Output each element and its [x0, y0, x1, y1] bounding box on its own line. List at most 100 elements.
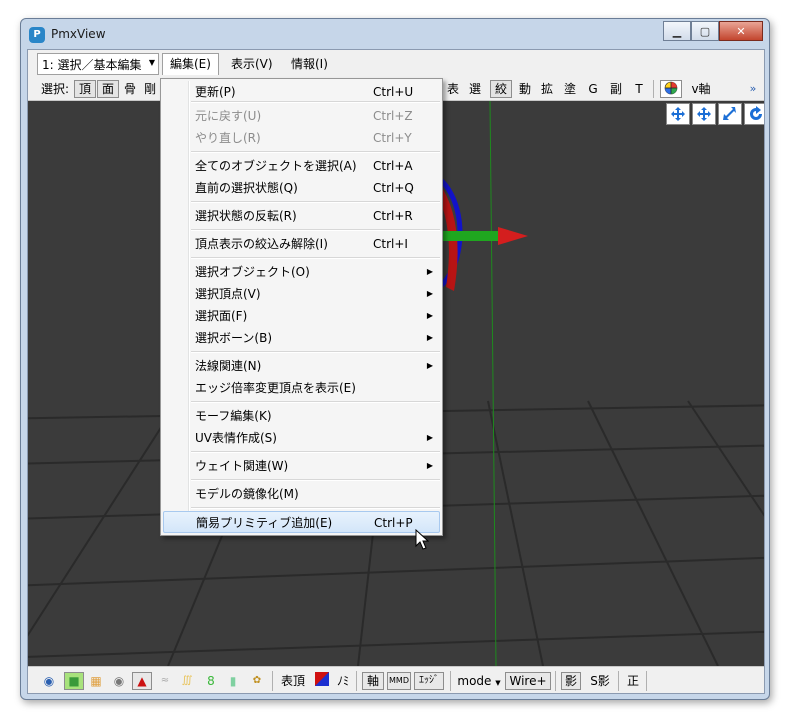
- menu-item-label: モデルの鏡像化(M): [195, 487, 299, 501]
- zoom-view-button[interactable]: [718, 103, 742, 125]
- bottom-toolbar: ◉ ■ ▦ ◉ ▲ ≈ ∭ 8 ▮ ✿ 表頂 ﾉﾐ 軸 MMD ｴｯｼﾞ mod…: [28, 666, 764, 693]
- submenu-arrow-icon: ▶: [426, 311, 433, 320]
- edit-menu-item[interactable]: 簡易プリミティブ追加(E) Ctrl+P: [163, 511, 440, 533]
- toggle-text[interactable]: T: [630, 80, 648, 98]
- menu-item-label: やり直し(R): [195, 131, 261, 145]
- color-wheel-icon: [664, 81, 678, 95]
- rotate-view-button[interactable]: [744, 103, 764, 125]
- toggle-group[interactable]: G: [584, 80, 602, 98]
- material-color-icon[interactable]: [314, 672, 330, 690]
- record-icon[interactable]: ◉: [112, 672, 126, 690]
- close-button[interactable]: ✕: [719, 21, 763, 41]
- pan-view-button[interactable]: [692, 103, 716, 125]
- chevron-down-icon: ▼: [495, 679, 501, 687]
- menu-separator: [191, 451, 440, 453]
- diagonal-arrow-icon: [723, 107, 736, 120]
- edit-menu-item[interactable]: 選択オブジェクト(O) ▶: [163, 261, 440, 283]
- maximize-button[interactable]: ▢: [691, 21, 719, 41]
- bone-icon[interactable]: ∭: [180, 672, 194, 690]
- menu-item-label: エッジ倍率変更頂点を表示(E): [195, 381, 356, 395]
- menu-item-shortcut: Ctrl+Z: [373, 109, 413, 123]
- edit-menu-item[interactable]: 法線関連(N) ▶: [163, 355, 440, 377]
- menu-edit[interactable]: 編集(E): [162, 53, 219, 75]
- toggle-select[interactable]: 選: [466, 80, 484, 98]
- edit-menu-item[interactable]: 直前の選択状態(Q) Ctrl+Q: [163, 177, 440, 199]
- rigid-body-icon[interactable]: 8: [204, 672, 218, 690]
- edit-menu-item[interactable]: 更新(P) Ctrl+U: [163, 81, 440, 103]
- edit-menu-item[interactable]: 全てのオブジェクトを選択(A) Ctrl+A: [163, 155, 440, 177]
- submenu-arrow-icon: ▶: [426, 461, 433, 470]
- menu-view[interactable]: 表示(V): [224, 53, 280, 75]
- maximize-icon: ▢: [699, 24, 711, 38]
- menu-item-label: UV表情作成(S): [195, 431, 277, 445]
- self-shadow-button[interactable]: S影: [586, 672, 614, 690]
- toggle-paint[interactable]: 塗: [561, 80, 579, 98]
- edit-menu-item[interactable]: 選択状態の反転(R) Ctrl+R: [163, 205, 440, 227]
- ortho-toggle-button[interactable]: 正: [624, 672, 642, 690]
- edit-menu-item[interactable]: 選択ボーン(B) ▶: [163, 327, 440, 349]
- edit-menu-item[interactable]: エッジ倍率変更頂点を表示(E): [163, 377, 440, 399]
- toggle-bone[interactable]: 骨: [121, 80, 139, 98]
- submenu-arrow-icon: ▶: [426, 333, 433, 342]
- toggle-face[interactable]: 面: [97, 80, 119, 98]
- axis-color-button[interactable]: [660, 80, 682, 98]
- axis-toggle-button[interactable]: 軸: [362, 672, 384, 690]
- menu-item-label: 法線関連(N): [195, 359, 262, 373]
- edit-menu-item[interactable]: モデルの鏡像化(M): [163, 483, 440, 505]
- menu-item-shortcut: Ctrl+I: [373, 237, 408, 251]
- toggle-sub[interactable]: 副: [607, 80, 625, 98]
- shadow-toggle-button[interactable]: 影: [561, 672, 581, 690]
- menu-separator: [191, 351, 440, 353]
- move-arrows-icon: [671, 107, 685, 121]
- soft-body-icon[interactable]: ✿: [250, 672, 264, 690]
- radio-icon[interactable]: ◉: [42, 672, 56, 690]
- toggle-vertex[interactable]: 頂: [74, 80, 96, 98]
- window-title: PmxView: [51, 27, 106, 41]
- menu-item-label: 全てのオブジェクトを選択(A): [195, 159, 357, 173]
- mouse-cursor-icon: [415, 529, 429, 550]
- edit-menu-item[interactable]: 選択面(F) ▶: [163, 305, 440, 327]
- table-vertex-button[interactable]: 表頂: [278, 672, 308, 690]
- edit-menu-item[interactable]: 頂点表示の絞込み解除(I) Ctrl+I: [163, 233, 440, 255]
- mode-label: mode: [457, 674, 492, 688]
- menu-item-label: 元に戻す(U): [195, 109, 262, 123]
- nomi-button[interactable]: ﾉﾐ: [334, 672, 352, 690]
- toggle-rigid[interactable]: 剛: [141, 80, 159, 98]
- toolbar-overflow-icon[interactable]: »: [746, 80, 760, 98]
- toggle-filter[interactable]: 絞: [490, 80, 512, 98]
- wire-orange-icon[interactable]: ▦: [88, 672, 104, 690]
- title-bar[interactable]: P PmxView ▁ ▢ ✕: [21, 19, 769, 49]
- edit-menu-item: 元に戻す(U) Ctrl+Z: [163, 105, 440, 127]
- pmxview-app-icon: P: [29, 27, 45, 43]
- menu-separator: [191, 101, 440, 103]
- close-icon: ✕: [736, 24, 746, 38]
- submenu-arrow-icon: ▶: [426, 289, 433, 298]
- mmd-toggle-button[interactable]: MMD: [387, 672, 411, 690]
- edit-menu-item[interactable]: モーフ編集(K): [163, 405, 440, 427]
- menu-separator: [191, 257, 440, 259]
- mode-dropdown[interactable]: mode ▼: [456, 672, 502, 690]
- wire-plus-button[interactable]: Wire+: [505, 672, 551, 690]
- menu-item-label: ウェイト関連(W): [195, 459, 289, 473]
- pan-arrows-icon: [697, 107, 711, 121]
- edit-mode-select[interactable]: 1: 選択／基本編集 ▼: [37, 53, 159, 75]
- submenu-arrow-icon: ▶: [426, 267, 433, 276]
- edit-menu-item[interactable]: ウェイト関連(W) ▶: [163, 455, 440, 477]
- edit-menu-item[interactable]: UV表情作成(S) ▶: [163, 427, 440, 449]
- move-view-button[interactable]: [666, 103, 690, 125]
- menu-info[interactable]: 情報(I): [284, 53, 335, 75]
- minimize-button[interactable]: ▁: [663, 21, 691, 41]
- toggle-display[interactable]: 表: [444, 80, 462, 98]
- v-axis-label[interactable]: v軸: [686, 80, 716, 98]
- face-view-button[interactable]: ▲: [132, 672, 152, 690]
- texture-icon[interactable]: ≈: [156, 672, 174, 690]
- menu-item-label: 選択オブジェクト(O): [195, 265, 310, 279]
- vertex-view-button[interactable]: ■: [64, 672, 84, 690]
- toggle-scale[interactable]: 拡: [538, 80, 556, 98]
- menu-separator: [191, 201, 440, 203]
- toggle-move[interactable]: 動: [516, 80, 534, 98]
- edge-toggle-button[interactable]: ｴｯｼﾞ: [414, 672, 444, 690]
- edit-menu-item[interactable]: 選択頂点(V) ▶: [163, 283, 440, 305]
- menu-item-shortcut: Ctrl+U: [373, 85, 414, 99]
- joint-icon[interactable]: ▮: [226, 672, 240, 690]
